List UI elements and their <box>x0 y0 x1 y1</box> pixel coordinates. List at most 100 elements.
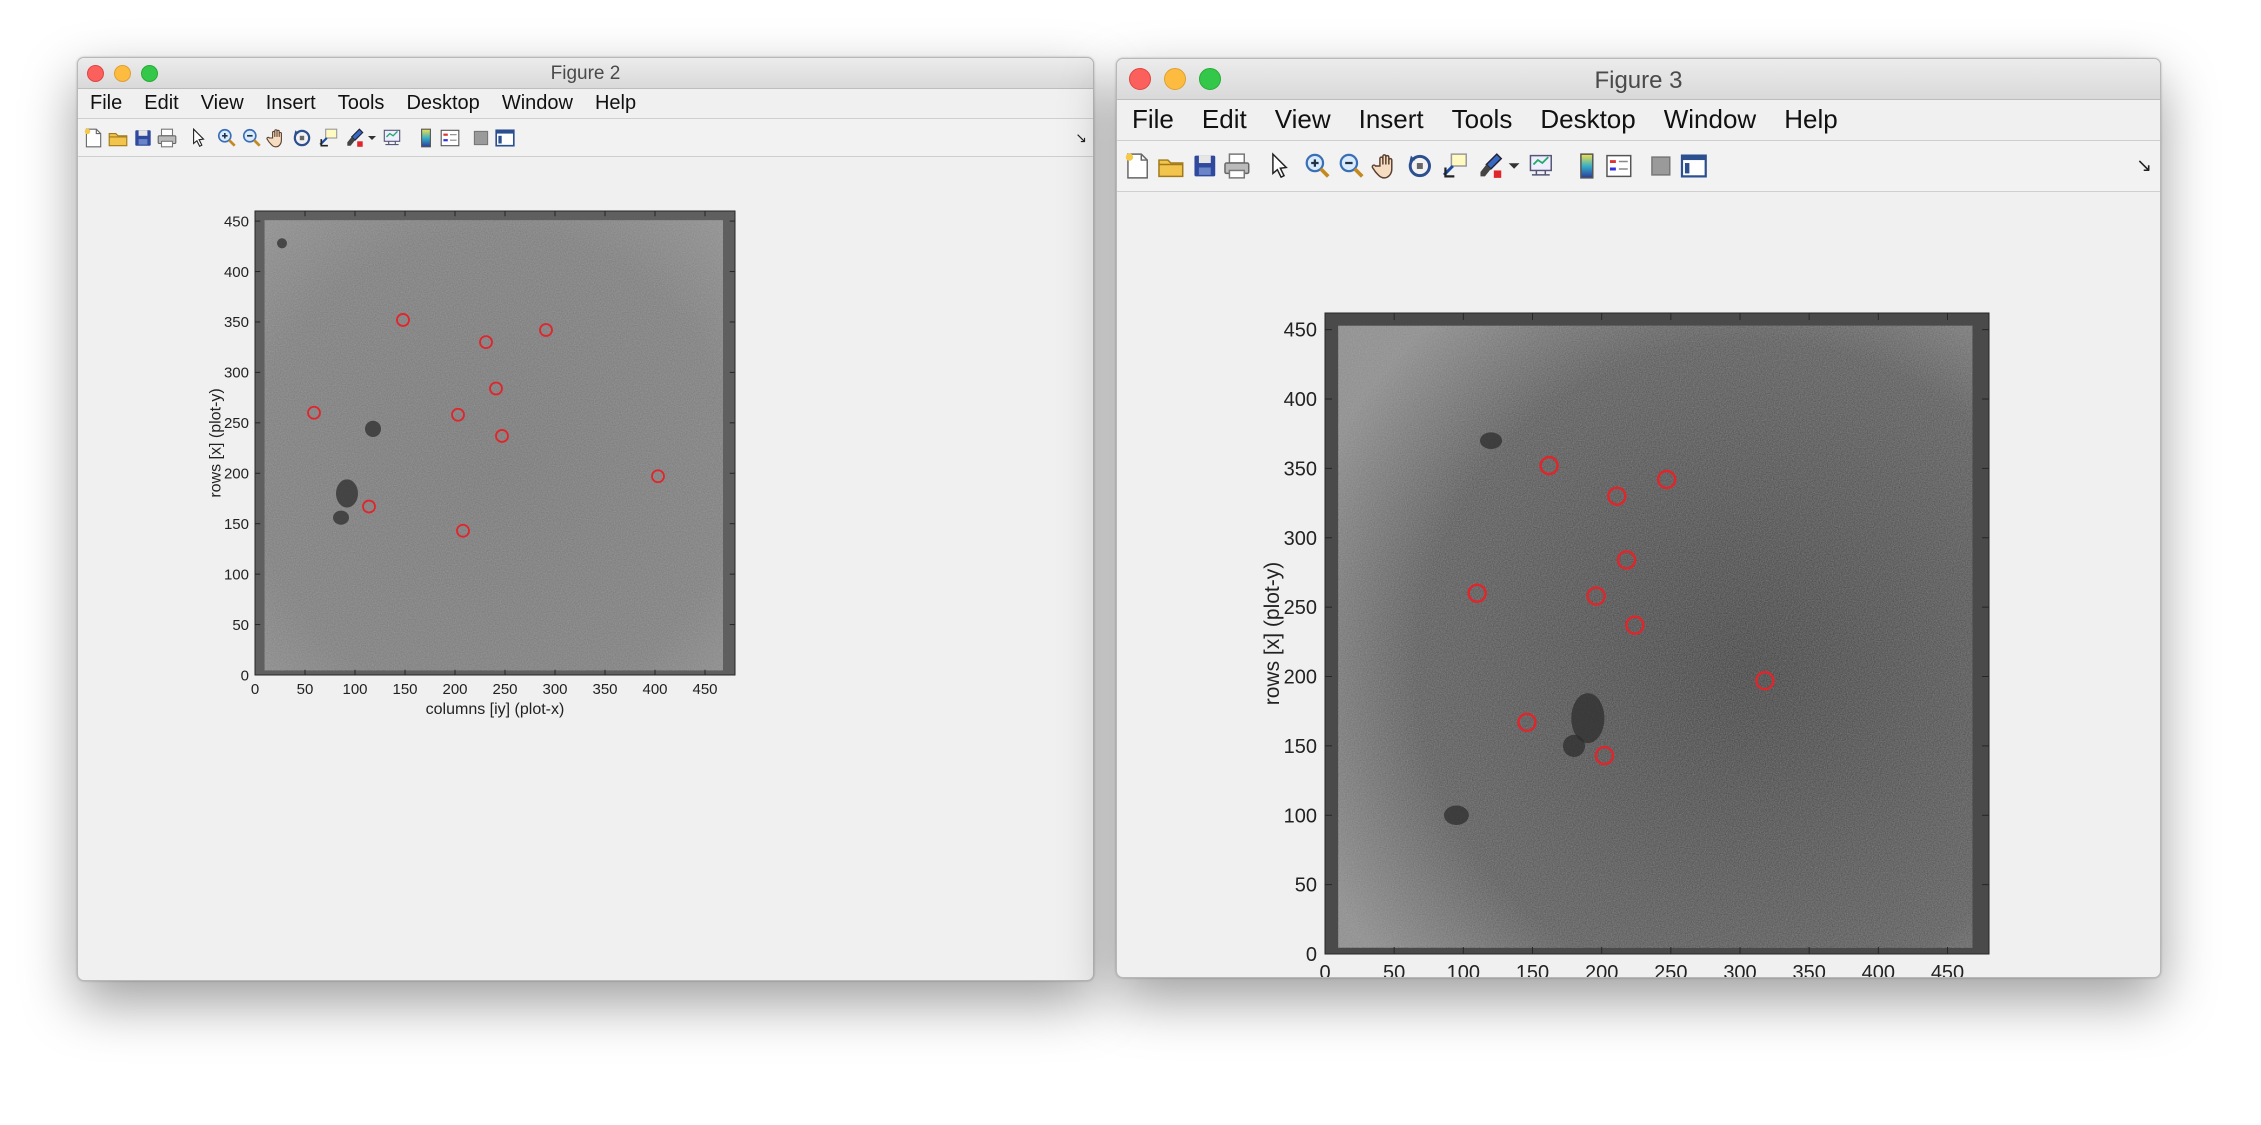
title-bar[interactable]: Figure 2 <box>78 58 1093 89</box>
x-tick-label: 450 <box>1931 962 1964 977</box>
image-blob <box>333 510 349 525</box>
x-tick-label: 400 <box>642 681 667 698</box>
menu-help[interactable]: Help <box>584 92 647 115</box>
y-tick-label: 400 <box>224 264 249 281</box>
x-tick-label: 200 <box>442 681 467 698</box>
save-icon[interactable] <box>132 127 154 149</box>
undock-arrow-icon[interactable]: ↘ <box>2136 155 2152 178</box>
y-tick-label: 200 <box>1284 667 1317 689</box>
open-file-icon[interactable] <box>1156 151 1186 181</box>
print-icon[interactable] <box>1222 151 1252 181</box>
window-title: Figure 2 <box>550 63 621 84</box>
x-tick-label: 150 <box>1516 962 1549 977</box>
brush-dropdown-icon[interactable] <box>366 127 378 149</box>
menu-edit[interactable]: Edit <box>1188 104 1261 135</box>
hide-plot-tools-icon[interactable] <box>470 127 492 149</box>
y-tick-label: 350 <box>1284 458 1317 480</box>
menu-bar: File Edit View Insert Tools Desktop Wind… <box>1117 100 2160 139</box>
y-tick-label: 300 <box>1284 528 1317 550</box>
image-blob <box>365 420 381 437</box>
y-tick-label: 150 <box>224 516 249 533</box>
figure-toolbar: ↘ <box>78 118 1093 157</box>
link-plot-icon[interactable] <box>1526 151 1556 181</box>
menu-view[interactable]: View <box>190 92 255 115</box>
new-figure-icon[interactable] <box>1122 151 1152 181</box>
menu-view[interactable]: View <box>1261 104 1345 135</box>
brush-icon[interactable] <box>1476 151 1506 181</box>
zoom-in-icon[interactable] <box>1303 151 1333 181</box>
rotate-3d-icon[interactable] <box>291 127 313 149</box>
x-tick-label: 450 <box>692 681 717 698</box>
menu-edit[interactable]: Edit <box>133 92 189 115</box>
y-tick-label: 0 <box>241 667 249 684</box>
data-cursor-icon[interactable] <box>1441 151 1471 181</box>
zoom-out-icon[interactable] <box>241 127 263 149</box>
x-tick-label: 150 <box>392 681 417 698</box>
y-tick-label: 0 <box>1306 944 1317 966</box>
brush-dropdown-icon[interactable] <box>1506 151 1522 181</box>
plot-area[interactable]: 0 50 100 150 200 250 300 350 400 450 0 50 100 150 200 2… <box>78 156 1093 980</box>
micrograph-noise <box>1338 325 1973 948</box>
x-tick-label: 250 <box>492 681 517 698</box>
image-blob <box>1443 805 1469 825</box>
edit-plot-icon[interactable] <box>1264 151 1294 181</box>
menu-desktop[interactable]: Desktop <box>395 92 490 115</box>
x-tick-label: 50 <box>1383 962 1405 977</box>
menu-insert[interactable]: Insert <box>1345 104 1438 135</box>
y-tick-label: 350 <box>224 314 249 331</box>
y-tick-label: 450 <box>1284 320 1317 342</box>
zoom-in-icon[interactable] <box>216 127 238 149</box>
link-plot-icon[interactable] <box>381 127 403 149</box>
pan-icon[interactable] <box>266 127 288 149</box>
y-tick-label: 50 <box>232 617 249 634</box>
menu-tools[interactable]: Tools <box>1438 104 1527 135</box>
menu-window[interactable]: Window <box>1650 104 1770 135</box>
menu-desktop[interactable]: Desktop <box>1526 104 1649 135</box>
data-cursor-icon[interactable] <box>318 127 340 149</box>
x-tick-label: 350 <box>592 681 617 698</box>
save-icon[interactable] <box>1190 151 1220 181</box>
open-file-icon[interactable] <box>107 127 129 149</box>
x-tick-label: 100 <box>1447 962 1480 977</box>
brush-icon[interactable] <box>344 127 366 149</box>
undock-arrow-icon[interactable]: ↘ <box>1075 129 1087 146</box>
plot-area[interactable]: 0 50 100 150 200 250 300 350 400 450 0 50 100 150 200 2… <box>1117 191 2160 977</box>
figure-window[interactable]: Figure 2 File Edit View Insert Tools Des… <box>77 57 1094 981</box>
image-blob <box>1479 432 1503 449</box>
x-tick-label: 400 <box>1862 962 1895 977</box>
x-tick-label: 0 <box>251 681 259 698</box>
new-figure-icon[interactable] <box>82 127 104 149</box>
y-tick-label: 300 <box>224 365 249 382</box>
y-axis-label: rows [x] (plot-y) <box>208 388 225 497</box>
insert-colorbar-icon[interactable] <box>1572 151 1602 181</box>
hide-plot-tools-icon[interactable] <box>1646 151 1676 181</box>
show-plot-tools-icon[interactable] <box>494 127 516 149</box>
x-tick-label: 100 <box>342 681 367 698</box>
menu-file[interactable]: File <box>79 92 133 115</box>
figure-toolbar: ↘ <box>1117 140 2160 192</box>
insert-legend-icon[interactable] <box>1604 151 1634 181</box>
title-bar[interactable]: Figure 3 <box>1117 59 2160 100</box>
print-icon[interactable] <box>156 127 178 149</box>
x-tick-label: 350 <box>1792 962 1825 977</box>
image-blob <box>277 238 287 249</box>
menu-insert[interactable]: Insert <box>255 92 327 115</box>
insert-legend-icon[interactable] <box>439 127 461 149</box>
image-blob <box>1562 734 1586 757</box>
y-axis-label: rows [x] (plot-y) <box>1261 562 1284 706</box>
insert-colorbar-icon[interactable] <box>415 127 437 149</box>
y-tick-label: 400 <box>1284 389 1317 411</box>
rotate-3d-icon[interactable] <box>1405 151 1435 181</box>
menu-file[interactable]: File <box>1118 104 1188 135</box>
show-plot-tools-icon[interactable] <box>1679 151 1709 181</box>
x-tick-label: 300 <box>542 681 567 698</box>
edit-plot-icon[interactable] <box>187 127 209 149</box>
pan-icon[interactable] <box>1371 151 1401 181</box>
figure-window[interactable]: Figure 3 File Edit View Insert Tools Des… <box>1116 58 2161 978</box>
menu-help[interactable]: Help <box>1770 104 1851 135</box>
zoom-out-icon[interactable] <box>1337 151 1367 181</box>
x-tick-label: 200 <box>1585 962 1618 977</box>
y-tick-label: 100 <box>224 566 249 583</box>
menu-tools[interactable]: Tools <box>327 92 396 115</box>
menu-window[interactable]: Window <box>491 92 584 115</box>
